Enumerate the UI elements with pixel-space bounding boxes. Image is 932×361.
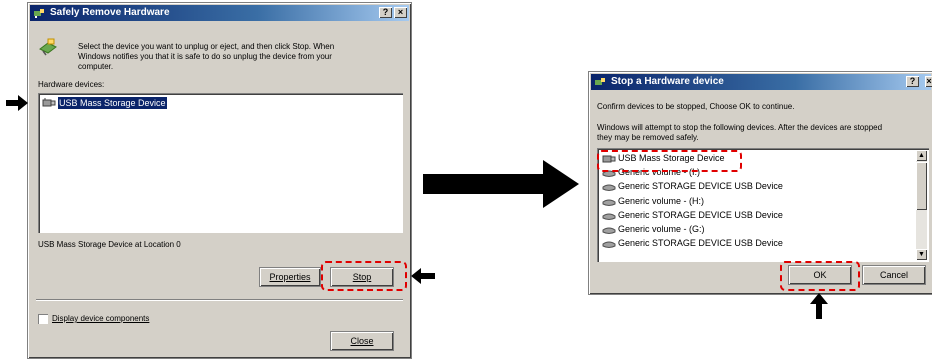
device-label: Generic STORAGE DEVICE USB Device	[618, 209, 783, 220]
instructions-line-2: Windows notifies you that it is safe to …	[78, 52, 332, 61]
info-line-1: Windows will attempt to stop the followi…	[597, 123, 883, 132]
cancel-button[interactable]: Cancel	[863, 266, 925, 284]
separator	[36, 299, 403, 301]
close-button[interactable]: Close	[331, 332, 393, 350]
display-components-checkbox[interactable]	[38, 314, 48, 324]
scrollbar[interactable]: ▲ ▼	[916, 150, 927, 260]
device-label: Generic STORAGE DEVICE USB Device	[618, 238, 783, 249]
arrow-up-icon	[810, 293, 828, 319]
hardware-devices-label: Hardware devices:	[38, 80, 105, 89]
device-label: Generic volume - (I:)	[618, 167, 701, 178]
big-arrow-right-icon	[423, 160, 579, 208]
close-window-button[interactable]: ×	[394, 7, 407, 18]
safely-remove-hardware-dialog: Safely Remove Hardware ? × Select the de…	[27, 2, 412, 359]
devices-to-stop-list[interactable]: USB Mass Storage Device Generic volume - …	[597, 148, 929, 262]
window-title: Stop a Hardware device	[611, 76, 724, 87]
drive-icon	[602, 199, 616, 206]
device-label: Generic volume - (G:)	[618, 224, 705, 234]
confirm-text: Confirm devices to be stopped, Choose OK…	[597, 102, 795, 111]
display-components-label: Display device components	[52, 314, 150, 323]
hardware-icon	[595, 78, 605, 85]
help-button[interactable]: ?	[379, 7, 392, 18]
stop-hardware-device-dialog: Stop a Hardware device ? × Confirm devic…	[588, 71, 932, 295]
usb-icon	[602, 155, 616, 163]
drive-icon	[602, 227, 616, 234]
drive-icon	[602, 170, 616, 178]
help-button[interactable]: ?	[906, 76, 919, 87]
device-label: Generic volume - (H:)	[618, 195, 705, 206]
info-line-2: they may be removed safely.	[597, 133, 699, 142]
hardware-icon	[34, 9, 44, 18]
title-bar[interactable]: Safely Remove Hardware ? ×	[30, 5, 409, 21]
instructions-line-1: Select the device you want to unplug or …	[78, 42, 335, 51]
usb-icon	[42, 98, 56, 107]
device-label: USB Mass Storage Device	[58, 97, 167, 109]
close-window-button[interactable]: ×	[925, 76, 932, 87]
drive-icon	[602, 213, 616, 220]
title-bar[interactable]: Stop a Hardware device ? ×	[591, 74, 932, 90]
device-label: USB Mass Storage Device	[618, 153, 725, 163]
drive-icon	[602, 241, 616, 249]
scroll-up-button[interactable]: ▲	[916, 150, 927, 161]
scroll-thumb[interactable]	[916, 162, 927, 210]
arrow-right-icon	[6, 95, 28, 111]
device-label: Generic STORAGE DEVICE USB Device	[618, 181, 783, 192]
hardware-devices-list[interactable]: USB Mass Storage Device	[38, 93, 403, 233]
ok-button[interactable]: OK	[789, 266, 851, 284]
instructions-line-3: computer.	[78, 62, 114, 71]
list-item[interactable]: USB Mass Storage Device	[42, 97, 182, 109]
hardware-eject-icon	[39, 38, 57, 56]
drive-icon	[602, 184, 616, 192]
scroll-down-button[interactable]: ▼	[916, 249, 927, 260]
window-title: Safely Remove Hardware	[50, 7, 170, 18]
device-location-text: USB Mass Storage Device at Location 0	[38, 240, 181, 249]
properties-button[interactable]: Properties	[260, 268, 320, 286]
arrow-left-icon	[411, 268, 435, 284]
stop-button[interactable]: Stop	[331, 268, 393, 286]
